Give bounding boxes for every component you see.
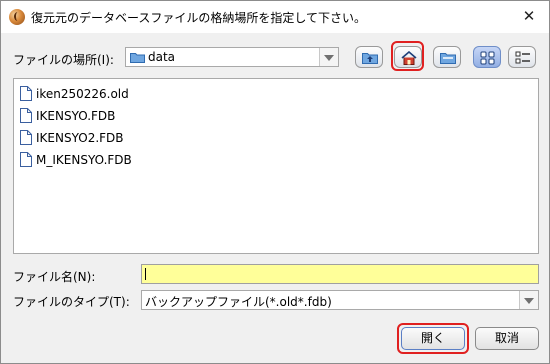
chevron-down-icon[interactable] <box>519 291 538 309</box>
dialog-title: 復元元のデータベースファイルの格納場所を指定して下さい。 <box>31 11 367 25</box>
close-button[interactable]: ✕ <box>515 3 543 29</box>
app-icon <box>9 9 25 25</box>
home-button-highlight <box>391 41 424 71</box>
details-view-icon <box>515 51 530 64</box>
up-folder-icon <box>362 53 378 64</box>
file-type-combo[interactable]: バックアップファイル(*.old*.fdb) <box>141 290 539 310</box>
file-list[interactable]: iken250226.old IKENSYO.FDB IKENSYO2.FDB … <box>13 78 539 254</box>
title-bar: 復元元のデータベースファイルの格納場所を指定して下さい。 ✕ <box>1 1 549 33</box>
up-one-level-button[interactable] <box>355 46 383 68</box>
file-name-label: ファイル名(N): <box>13 270 96 284</box>
file-name: M_IKENSYO.FDB <box>36 153 132 167</box>
file-type-label: ファイルのタイプ(T): <box>13 295 130 309</box>
new-folder-button[interactable] <box>433 46 461 68</box>
details-view-button[interactable] <box>508 46 536 68</box>
chevron-down-icon[interactable] <box>319 48 338 66</box>
file-name: IKENSYO2.FDB <box>36 131 124 145</box>
file-icon <box>20 130 32 145</box>
list-view-button[interactable] <box>473 46 501 68</box>
file-icon <box>20 86 32 101</box>
open-button-highlight <box>397 323 469 354</box>
look-in-label: ファイルの場所(I): <box>13 53 114 67</box>
new-folder-icon <box>440 53 456 64</box>
file-chooser-dialog: 復元元のデータベースファイルの格納場所を指定して下さい。 ✕ ファイルの場所(I… <box>0 0 550 364</box>
cancel-button[interactable]: 取消 <box>475 327 539 350</box>
file-name: iken250226.old <box>36 87 129 101</box>
file-icon <box>20 108 32 123</box>
file-icon <box>20 152 32 167</box>
file-name: IKENSYO.FDB <box>36 109 116 123</box>
file-name-input[interactable] <box>141 264 539 284</box>
look-in-combo[interactable]: data <box>125 47 339 67</box>
look-in-value: data <box>148 50 176 64</box>
folder-icon <box>130 52 145 66</box>
list-view-icon <box>480 51 495 65</box>
file-type-value: バックアップファイル(*.old*.fdb) <box>145 295 332 309</box>
